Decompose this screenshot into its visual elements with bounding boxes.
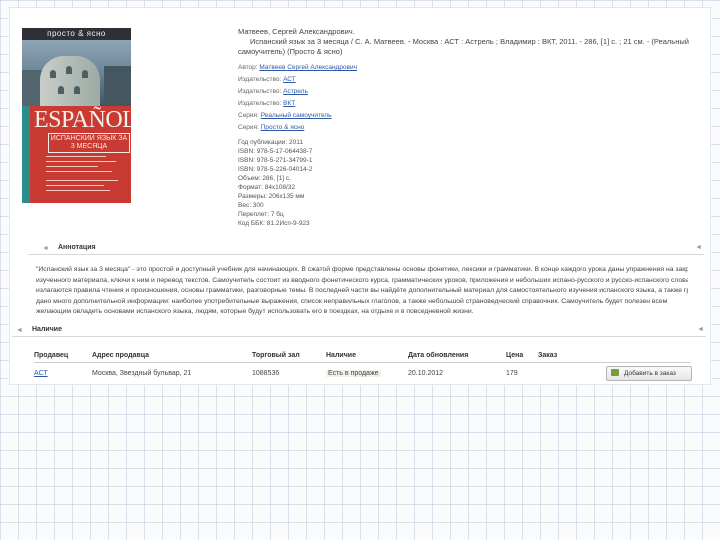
annotation-line: дано много дополнительной информации: на…	[36, 297, 668, 305]
add-to-order-label: Добавить в заказ	[624, 370, 676, 377]
screenshot-frame: просто & ясно ESPAÑOL ИСПАНСКИЙ ЯЗЫК ЗА …	[10, 8, 710, 384]
hall-number: 1088536	[252, 370, 280, 377]
col-availability: Наличие	[326, 352, 356, 359]
publisher-link-astrel[interactable]: Астрель	[283, 88, 308, 95]
annotation-title: Аннотация	[58, 244, 96, 251]
price-value: 179	[506, 370, 518, 377]
bibliographic-line-1: Испанский язык за 3 месяца / С. А. Матве…	[250, 37, 689, 46]
publisher-link-vkt[interactable]: ВКТ	[283, 100, 295, 107]
author-link[interactable]: Матвеев Сергей Александрович	[259, 64, 357, 71]
cover-series-label: просто & ясно	[22, 28, 131, 40]
add-to-order-button[interactable]: Добавить в заказ	[606, 366, 692, 381]
seller-link[interactable]: АСТ	[34, 370, 48, 377]
availability-title: Наличие	[32, 326, 62, 333]
spec-bbk-code: Код ББК: 81.2Исп-9-923	[238, 220, 310, 227]
spec-binding: Переплет: 7 бц	[238, 211, 284, 218]
field-series-1: Серия: Реальный самоучитель	[238, 112, 332, 119]
cart-icon	[611, 369, 619, 376]
spec-isbn-2: ISBN: 978-5-271-34799-1	[238, 157, 313, 164]
col-order: Заказ	[538, 352, 558, 359]
annotation-text: "Испанский язык за 3 месяца" - это прост…	[36, 265, 688, 318]
field-series-2: Серия: Просто & ясно	[238, 124, 305, 131]
toggle-arrow-icon[interactable]: ◄	[695, 244, 702, 251]
availability-section-header[interactable]: ◄ Наличие ◄	[12, 326, 706, 337]
field-author: Автор: Матвеев Сергей Александрович	[238, 64, 358, 71]
cover-stripe	[22, 106, 30, 203]
field-publisher-3: Издательство: ВКТ	[238, 100, 296, 107]
seller-address: Москва, Звездный бульвар, 21	[92, 370, 192, 377]
cover-title: ESPAÑOL	[34, 107, 131, 133]
spec-isbn-3: ISBN: 978-5-226-04014-2	[238, 166, 313, 173]
heading-author: Матвеев, Сергей Александрович.	[238, 27, 355, 36]
col-hall: Торговый зал	[252, 352, 300, 359]
col-price: Цена	[506, 352, 524, 359]
field-publisher-2: Издательство: Астрель	[238, 88, 308, 95]
spec-format: Формат: 84х108/32	[238, 184, 296, 191]
col-updated: Дата обновления	[408, 352, 469, 359]
spec-year: Год публикации: 2011	[238, 139, 304, 146]
update-date: 20.10.2012	[408, 370, 444, 377]
book-cover-image: просто & ясно ESPAÑOL ИСПАНСКИЙ ЯЗЫК ЗА …	[22, 28, 131, 203]
spec-weight: Вес: 300	[238, 202, 264, 209]
field-publisher-1: Издательство: АСТ	[238, 76, 296, 83]
cover-photo	[22, 40, 131, 106]
series-link-simple-clear[interactable]: Просто & ясно	[261, 124, 305, 131]
col-address: Адрес продавца	[92, 352, 150, 359]
series-link-self-study[interactable]: Реальный самоучитель	[261, 112, 332, 119]
publisher-link-ast[interactable]: АСТ	[283, 76, 296, 83]
col-seller: Продавец	[34, 352, 69, 359]
collapse-arrow-icon[interactable]: ◄	[16, 327, 23, 334]
availability-status: Есть в продаже	[326, 370, 381, 377]
spec-volume: Объем: 286, [1] с.	[238, 175, 291, 182]
toggle-arrow-icon[interactable]: ◄	[697, 326, 704, 333]
annotation-section-header[interactable]: ◄ Аннотация ◄	[28, 244, 704, 255]
spec-isbn-1: ISBN: 978-5-17-064438-7	[238, 148, 313, 155]
annotation-line: желающим овладеть основами испанского яз…	[36, 308, 474, 315]
annotation-line: излагаются правила чтения и произношения…	[36, 287, 688, 294]
cover-subtitle: ИСПАНСКИЙ ЯЗЫК ЗА 3 МЕСЯЦА	[48, 133, 130, 153]
collapse-arrow-icon[interactable]: ◄	[42, 245, 49, 252]
annotation-line: "Испанский язык за 3 месяца" - это прост…	[36, 266, 688, 273]
annotation-line: изученного материала, ключи к ним и пере…	[36, 276, 688, 284]
bibliographic-line-2: самоучитель) (Просто & ясно)	[238, 47, 343, 56]
spec-dimensions: Размеры: 206х135 мм	[238, 193, 305, 200]
